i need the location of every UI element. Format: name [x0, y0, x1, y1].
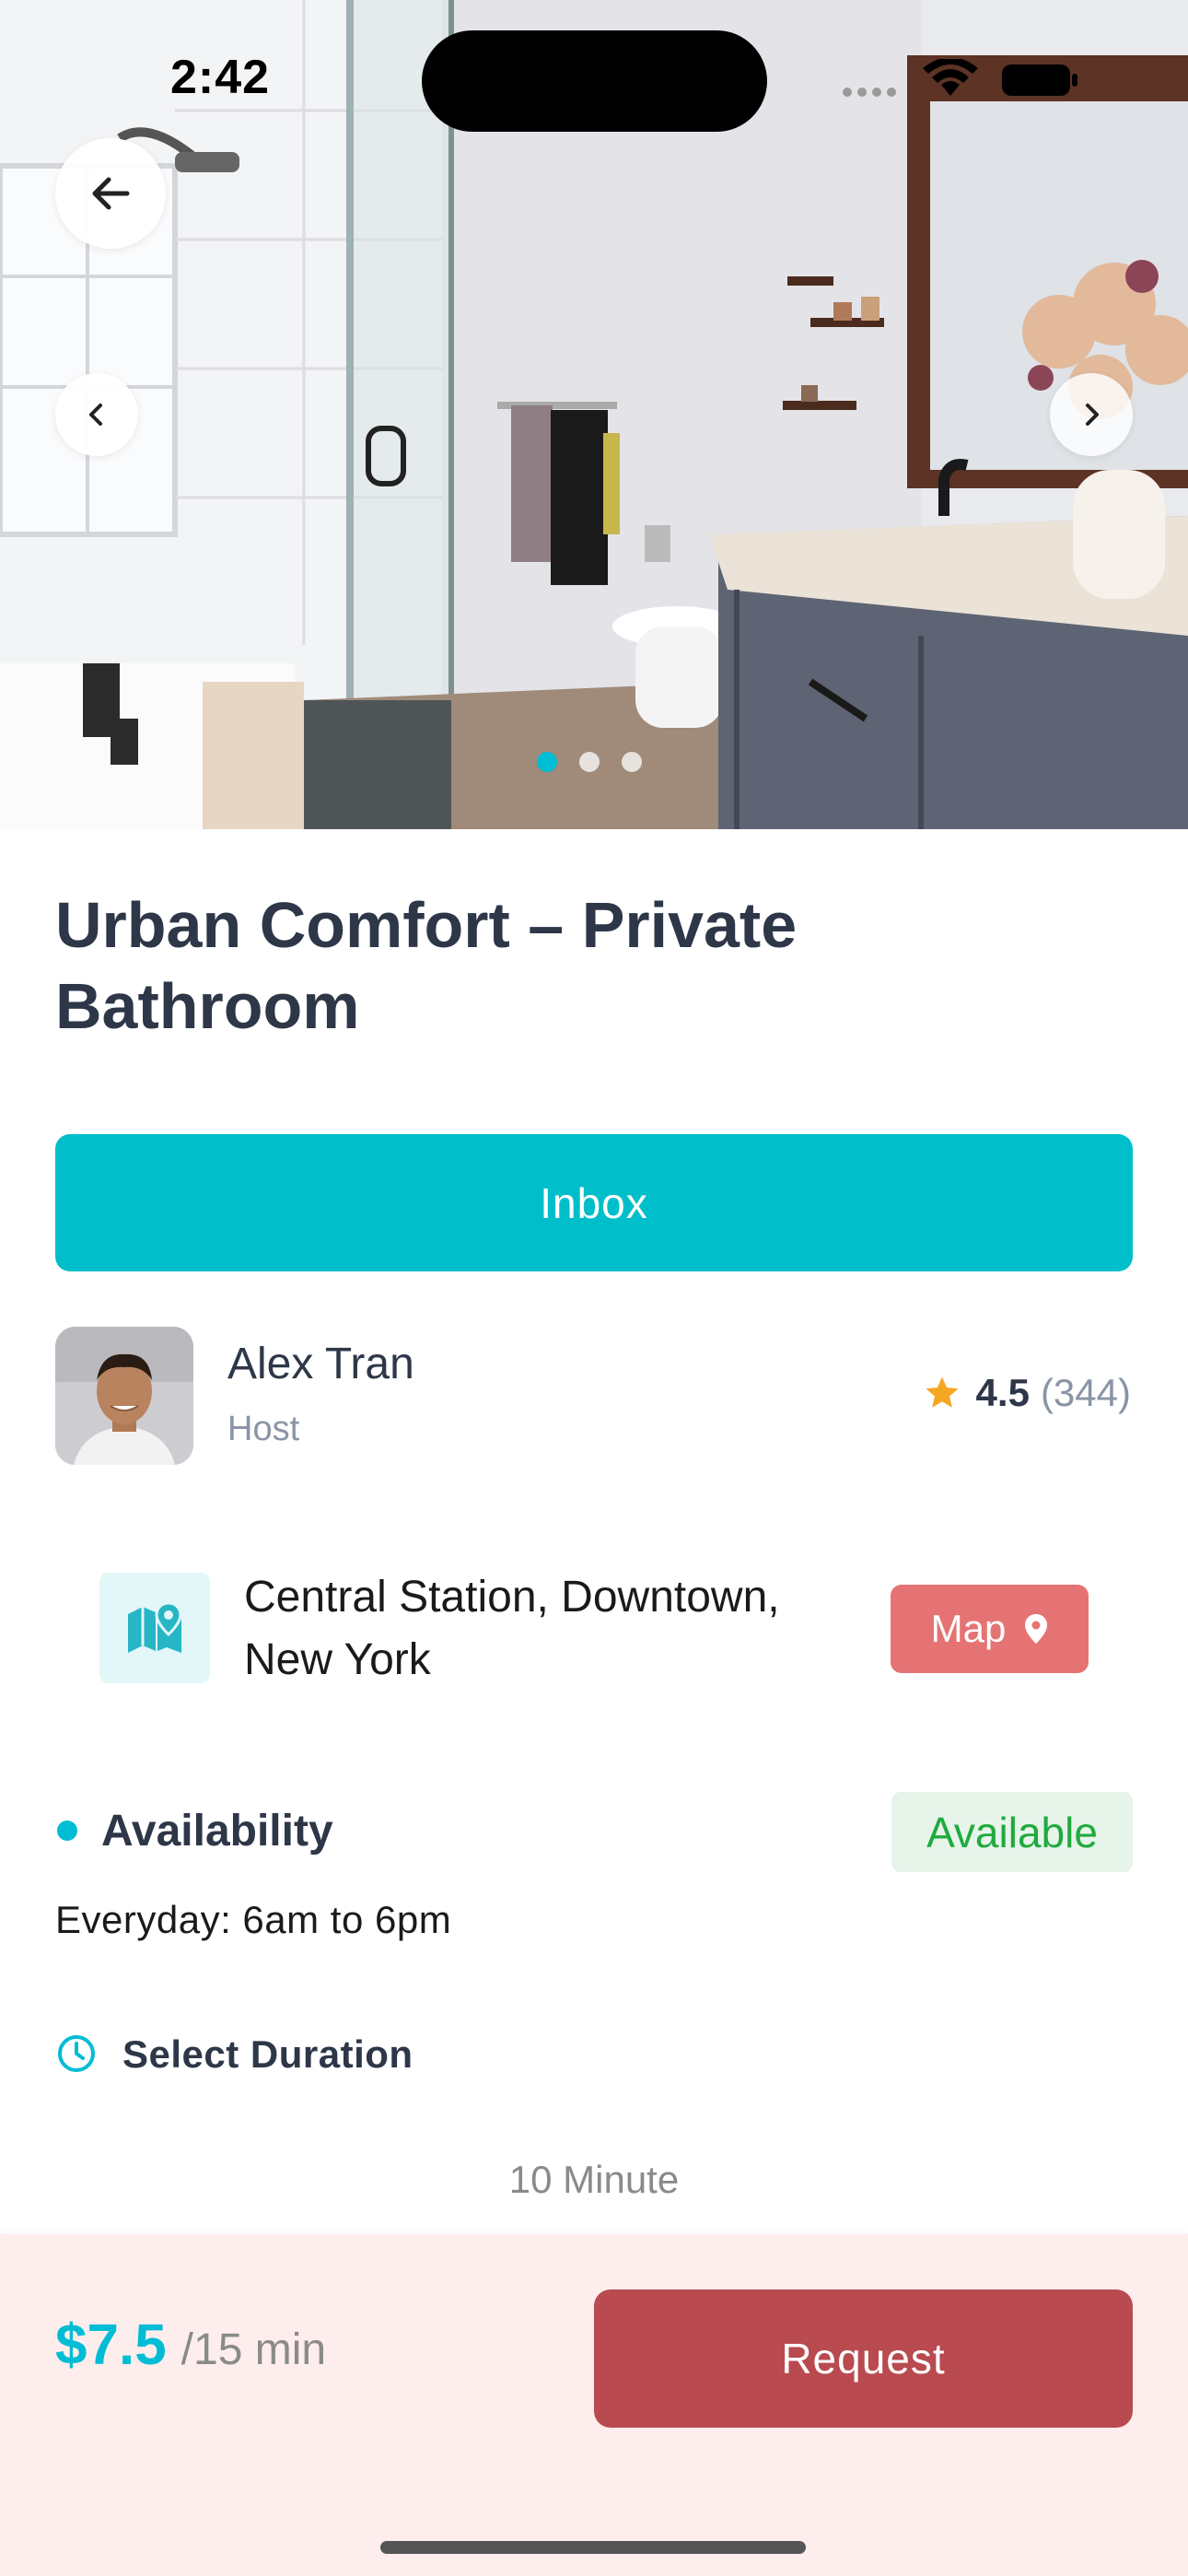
carousel-dot-3[interactable] — [622, 752, 642, 772]
carousel-dot-1[interactable] — [537, 752, 557, 772]
availability-bullet — [57, 1821, 77, 1841]
host-avatar[interactable] — [55, 1327, 193, 1465]
location-address: Central Station, Downtown, New York — [244, 1566, 870, 1692]
host-role: Host — [227, 1410, 300, 1448]
price-amount: $7.5 — [55, 2313, 167, 2377]
availability-hours: Everyday: 6am to 6pm — [55, 1898, 452, 1941]
host-portrait — [55, 1327, 193, 1465]
host-name[interactable]: Alex Tran — [227, 1339, 414, 1389]
next-photo-button[interactable] — [1050, 373, 1133, 456]
listing-detail-screen: 2:42 Urban Comfort – Private Bathroom In… — [0, 0, 1188, 2576]
status-bar: 2:42 — [0, 0, 1188, 157]
host-rating: 4.5 (344) — [923, 1371, 1131, 1415]
location-pin-icon — [1025, 1614, 1048, 1644]
carousel-dot-2[interactable] — [579, 752, 600, 772]
cellular-signal-icon — [843, 88, 896, 97]
status-icons — [843, 59, 1077, 97]
duration-picker-value[interactable]: 10 Minute — [0, 2158, 1188, 2202]
back-button[interactable] — [55, 138, 166, 249]
availability-label: Availability — [101, 1807, 333, 1856]
home-indicator[interactable] — [380, 2541, 806, 2554]
availability-status-badge: Available — [891, 1792, 1133, 1872]
clock-icon — [58, 2035, 95, 2072]
wifi-icon — [923, 59, 978, 96]
address-line-2: New York — [244, 1635, 431, 1684]
map-button[interactable]: Map — [891, 1585, 1089, 1673]
select-duration-label: Select Duration — [122, 2032, 413, 2076]
chevron-left-icon — [89, 404, 102, 426]
carousel-dots — [537, 752, 642, 772]
listing-title: Urban Comfort – Private Bathroom — [55, 889, 798, 1042]
request-button[interactable]: Request — [594, 2289, 1133, 2428]
address-line-1: Central Station, Downtown, — [244, 1573, 780, 1622]
previous-photo-button[interactable] — [55, 373, 138, 456]
rating-value: 4.5 — [975, 1371, 1030, 1414]
price-unit: /15 min — [181, 2325, 327, 2374]
dynamic-island — [422, 30, 767, 132]
battery-icon — [1002, 64, 1077, 96]
status-time: 2:42 — [170, 51, 271, 104]
price: $7.5 /15 min — [55, 2313, 326, 2378]
map-button-label: Map — [930, 1607, 1007, 1650]
star-icon — [926, 1376, 959, 1408]
chevron-right-icon — [1086, 404, 1099, 426]
inbox-button[interactable]: Inbox — [55, 1134, 1133, 1271]
review-count: (344) — [1040, 1371, 1131, 1414]
arrow-left-icon — [92, 177, 130, 210]
map-pin-icon — [128, 1601, 182, 1653]
photo-carousel[interactable]: 2:42 — [0, 0, 1188, 829]
location-icon-box — [99, 1573, 210, 1683]
